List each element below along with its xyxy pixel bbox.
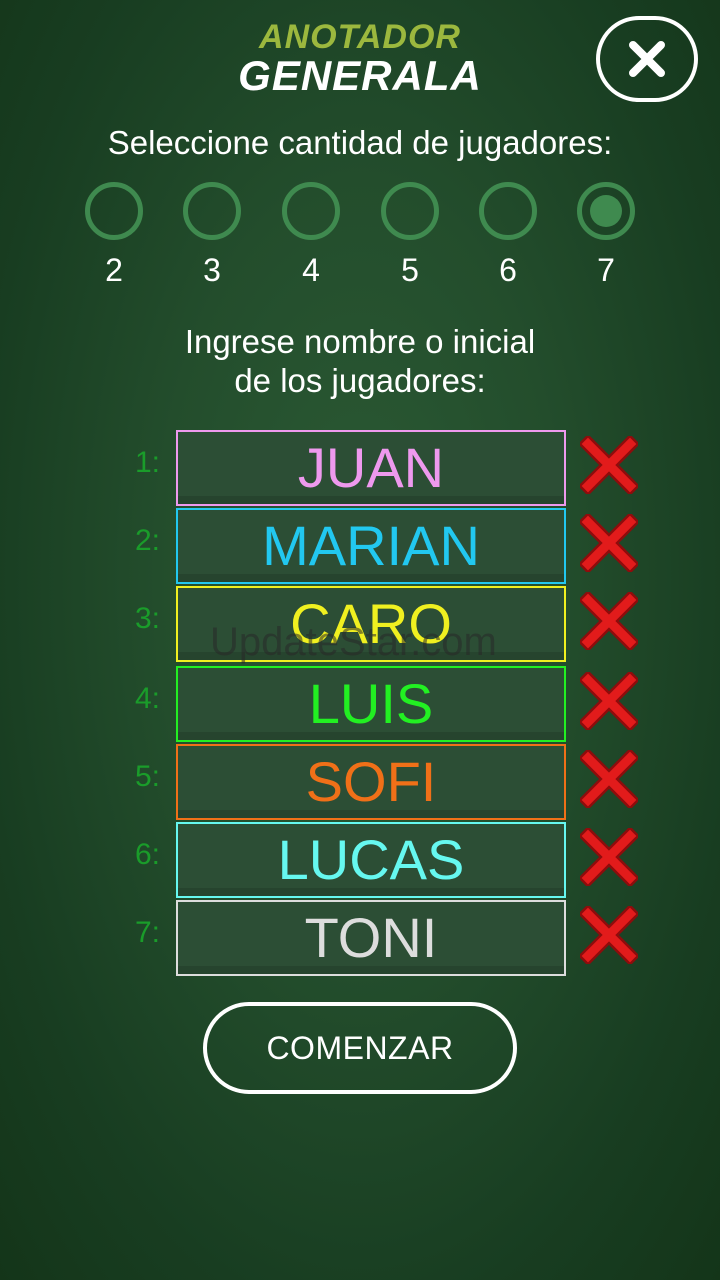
delete-player-button[interactable] (580, 592, 638, 650)
player-name-field[interactable]: MARIAN (176, 508, 566, 584)
radio-label: 4 (302, 252, 320, 288)
player-number: 6: (134, 838, 160, 871)
radio-label: 6 (499, 252, 517, 288)
player-name-field[interactable]: SOFI (176, 744, 566, 820)
delete-player-button[interactable] (580, 672, 638, 730)
radio-option-3[interactable]: 3 (164, 182, 260, 289)
app-logo: ANOTADOR GENERALA (210, 18, 510, 99)
delete-player-button[interactable] (580, 436, 638, 494)
player-number: 4: (134, 682, 160, 715)
names-title-line2: de los jugadores: (234, 362, 486, 399)
radio-option-6[interactable]: 6 (460, 182, 556, 289)
radio-label: 5 (401, 252, 419, 288)
player-row-7: 7: TONI (0, 900, 720, 976)
player-number: 7: (134, 916, 160, 949)
start-button[interactable]: COMENZAR (203, 1002, 517, 1094)
player-row-5: 5: SOFI (0, 744, 720, 820)
radio-option-4[interactable]: 4 (263, 182, 359, 289)
player-number: 2: (134, 524, 160, 557)
close-button[interactable] (596, 16, 698, 102)
player-row-3: 3: CARO (0, 586, 720, 662)
radio-circle-selected[interactable] (577, 182, 635, 240)
radio-label: 2 (105, 252, 123, 288)
player-row-4: 4: LUIS (0, 666, 720, 742)
radio-option-2[interactable]: 2 (66, 182, 162, 289)
radio-option-7[interactable]: 7 (558, 182, 654, 289)
delete-player-button[interactable] (580, 828, 638, 886)
close-icon (629, 41, 665, 77)
player-row-6: 6: LUCAS (0, 822, 720, 898)
radio-circle[interactable] (183, 182, 241, 240)
player-row-1: 1: JUAN (0, 430, 720, 506)
names-title-line1: Ingrese nombre o inicial (184, 323, 536, 360)
player-name-field[interactable]: LUCAS (176, 822, 566, 898)
radio-circle[interactable] (381, 182, 439, 240)
player-number: 3: (134, 602, 160, 635)
player-name-field[interactable]: JUAN (176, 430, 566, 506)
player-names-title: Ingrese nombre o inicial de los jugadore… (0, 322, 720, 400)
player-count-title: Seleccione cantidad de jugadores: (107, 124, 613, 161)
radio-option-5[interactable]: 5 (362, 182, 458, 289)
player-row-2: 2: MARIAN (0, 508, 720, 584)
delete-player-button[interactable] (580, 514, 638, 572)
delete-player-button[interactable] (580, 750, 638, 808)
radio-circle[interactable] (85, 182, 143, 240)
player-name-field[interactable]: TONI (176, 900, 566, 976)
logo-bottom-text: GENERALA (238, 52, 482, 99)
radio-label: 7 (597, 252, 615, 288)
radio-circle[interactable] (282, 182, 340, 240)
player-count-selector: 2 3 4 5 6 7 (66, 182, 666, 302)
player-name-field[interactable]: LUIS (176, 666, 566, 742)
radio-circle[interactable] (479, 182, 537, 240)
player-number: 1: (134, 446, 160, 479)
delete-player-button[interactable] (580, 906, 638, 964)
radio-label: 3 (203, 252, 221, 288)
player-name-field[interactable]: CARO (176, 586, 566, 662)
logo-top-text: ANOTADOR (259, 18, 461, 56)
player-number: 5: (134, 760, 160, 793)
